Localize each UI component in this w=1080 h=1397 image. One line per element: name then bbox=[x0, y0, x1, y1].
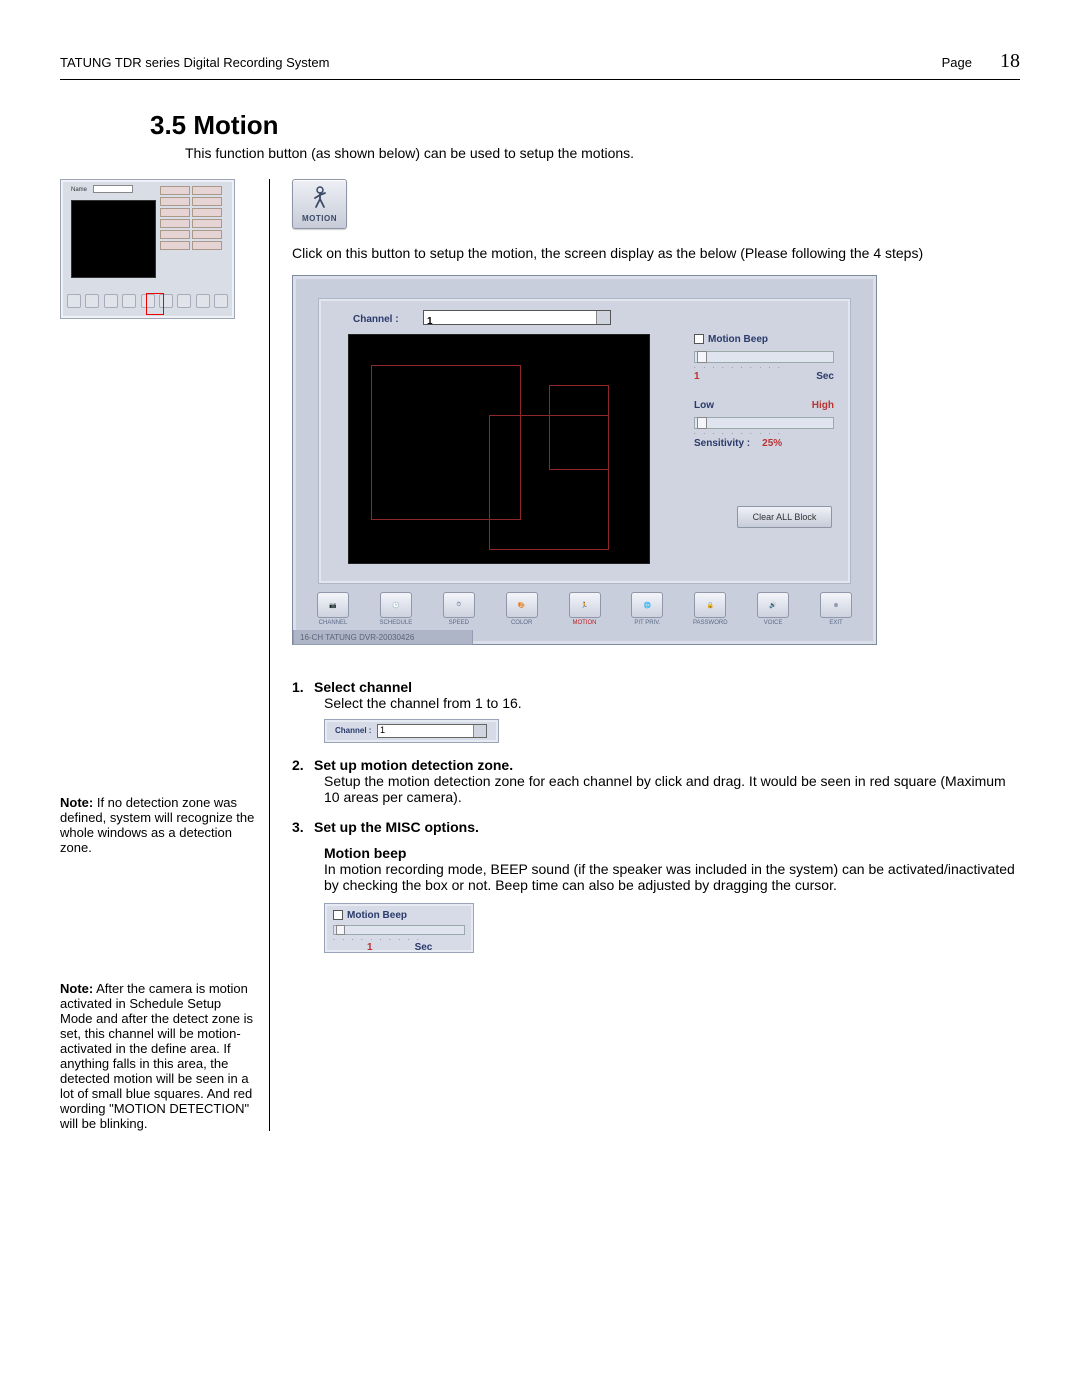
step-body: In motion recording mode, BEEP sound (if… bbox=[324, 861, 1020, 893]
chevron-down-icon bbox=[473, 725, 486, 737]
step-title: Set up the MISC options. bbox=[314, 819, 479, 835]
thumb-motion-highlight bbox=[146, 293, 164, 315]
doc-title: TATUNG TDR series Digital Recording Syst… bbox=[60, 55, 329, 70]
toolbar-password[interactable]: 🔒PASSWORD bbox=[688, 592, 732, 626]
beep-time-slider[interactable] bbox=[694, 351, 834, 363]
crop-beep-checkbox[interactable] bbox=[333, 910, 343, 920]
toolbar-exit[interactable]: ⊗EXIT bbox=[814, 592, 858, 626]
section-heading: 3.5 Motion bbox=[150, 110, 1020, 141]
bs-side-panel: Motion Beep . . . . . . . . . . 1 Sec Low… bbox=[694, 334, 834, 449]
slider-ticks: . . . . . . . . . . bbox=[694, 430, 834, 436]
step-title: Select channel bbox=[314, 679, 412, 695]
chevron-down-icon bbox=[596, 311, 610, 324]
channel-icon: 📷 bbox=[329, 602, 336, 609]
thumb-name-dropdown bbox=[93, 185, 133, 193]
setup-thumbnail: Name bbox=[60, 179, 235, 319]
slider-knob[interactable] bbox=[336, 925, 345, 935]
bs-channel-dropdown[interactable]: 1 bbox=[423, 310, 611, 325]
step-subtitle: Motion beep bbox=[324, 845, 1020, 861]
sidebar-note-1: Note: If no detection zone was defined, … bbox=[60, 795, 257, 855]
toolbar-schedule[interactable]: 🕒SCHEDULE bbox=[374, 592, 418, 626]
slider-knob[interactable] bbox=[697, 351, 707, 363]
click-instruction: Click on this button to setup the motion… bbox=[292, 245, 1020, 261]
bs-video-zone-area[interactable] bbox=[348, 334, 650, 564]
step-number: 3. bbox=[292, 819, 314, 835]
low-label: Low bbox=[694, 400, 714, 411]
thumb-name-label: Name bbox=[71, 187, 87, 193]
motion-beep-checkbox[interactable] bbox=[694, 334, 704, 344]
close-icon: ⊗ bbox=[833, 602, 838, 609]
beep-sec-value: 1 bbox=[694, 371, 700, 382]
bs-channel-label: Channel : bbox=[353, 314, 399, 325]
step-1: 1.Select channel Select the channel from… bbox=[292, 679, 1020, 743]
thumb-video-preview bbox=[71, 200, 156, 278]
beep-sec-label: Sec bbox=[816, 371, 834, 382]
crop-beep-slider[interactable] bbox=[333, 925, 465, 935]
toolbar-channel[interactable]: 📷CHANNEL bbox=[311, 592, 355, 626]
header-rule bbox=[60, 79, 1020, 80]
sensitivity-value: 25% bbox=[762, 438, 782, 449]
crop-channel-label: Channel : bbox=[335, 726, 371, 735]
note-prefix: Note: bbox=[60, 981, 93, 996]
clock-icon: 🕒 bbox=[392, 602, 399, 609]
motion-beep-crop: Motion Beep . . . . . . . . . . 1Sec bbox=[324, 903, 474, 953]
step-body: Select the channel from 1 to 16. bbox=[324, 695, 1020, 711]
sidebar-note-2: Note: After the camera is motion activat… bbox=[60, 981, 257, 1131]
main-column: MOTION Click on this button to setup the… bbox=[270, 179, 1020, 1131]
page-label: Page bbox=[942, 55, 972, 70]
page-number: 18 bbox=[1000, 50, 1020, 73]
crop-channel-dropdown[interactable]: 1 bbox=[377, 724, 487, 738]
speaker-icon: 🔊 bbox=[769, 602, 776, 609]
clear-all-block-button[interactable]: Clear ALL Block bbox=[737, 506, 832, 528]
step-number: 2. bbox=[292, 757, 314, 773]
crop-beep-label: Motion Beep bbox=[347, 910, 407, 921]
step-body: Setup the motion detection zone for each… bbox=[324, 773, 1020, 805]
step-number: 1. bbox=[292, 679, 314, 695]
crop-sec-label: Sec bbox=[415, 942, 433, 953]
toolbar-speed[interactable]: ⏱SPEED bbox=[437, 592, 481, 626]
globe-icon: 🌐 bbox=[644, 602, 651, 609]
bs-footer-text: 16-CH TATUNG DVR-20030426 bbox=[293, 630, 473, 645]
toolbar-voice[interactable]: 🔊VOICE bbox=[751, 592, 795, 626]
toolbar-color[interactable]: 🎨COLOR bbox=[500, 592, 544, 626]
left-margin-column: Name Note: If no detection zone was defi… bbox=[60, 179, 270, 1131]
motion-button-label: MOTION bbox=[302, 214, 337, 223]
gauge-icon: ⏱ bbox=[456, 602, 461, 609]
note-text: After the camera is motion activated in … bbox=[60, 981, 253, 1131]
toolbar-motion[interactable]: 🏃MOTION bbox=[563, 592, 607, 626]
motion-beep-label: Motion Beep bbox=[708, 334, 768, 345]
crop-channel-value: 1 bbox=[378, 725, 486, 735]
bs-channel-value: 1 bbox=[424, 316, 433, 327]
lock-icon: 🔒 bbox=[707, 602, 714, 609]
step-3: 3.Set up the MISC options. Motion beep I… bbox=[292, 819, 1020, 953]
motion-button[interactable]: MOTION bbox=[292, 179, 347, 229]
step-list: 1.Select channel Select the channel from… bbox=[292, 679, 1020, 953]
motion-zone[interactable] bbox=[549, 385, 609, 470]
crop-sec-value: 1 bbox=[367, 942, 373, 953]
slider-knob[interactable] bbox=[697, 417, 707, 429]
toolbar-pit-priv[interactable]: 🌐PIT PRIV. bbox=[625, 592, 669, 626]
sensitivity-label: Sensitivity : bbox=[694, 438, 750, 449]
note-prefix: Note: bbox=[60, 795, 93, 810]
channel-dropdown-crop: Channel : 1 bbox=[324, 719, 499, 743]
palette-icon: 🎨 bbox=[518, 602, 525, 609]
bs-toolbar: 📷CHANNEL 🕒SCHEDULE ⏱SPEED 🎨COLOR 🏃MOTION… bbox=[311, 588, 858, 626]
thumb-channel-buttons bbox=[160, 186, 228, 250]
section-intro: This function button (as shown below) ca… bbox=[185, 145, 1020, 161]
high-label: High bbox=[812, 400, 834, 411]
motion-icon bbox=[307, 185, 333, 212]
sensitivity-slider[interactable] bbox=[694, 417, 834, 429]
step-2: 2.Set up motion detection zone. Setup th… bbox=[292, 757, 1020, 805]
step-title: Set up motion detection zone. bbox=[314, 757, 513, 773]
page-header: TATUNG TDR series Digital Recording Syst… bbox=[60, 50, 1020, 73]
motion-icon: 🏃 bbox=[581, 602, 588, 609]
slider-ticks: . . . . . . . . . . bbox=[694, 364, 834, 370]
motion-dialog-screenshot: Channel : 1 Motion Beep . . . . . . . . … bbox=[292, 275, 877, 645]
